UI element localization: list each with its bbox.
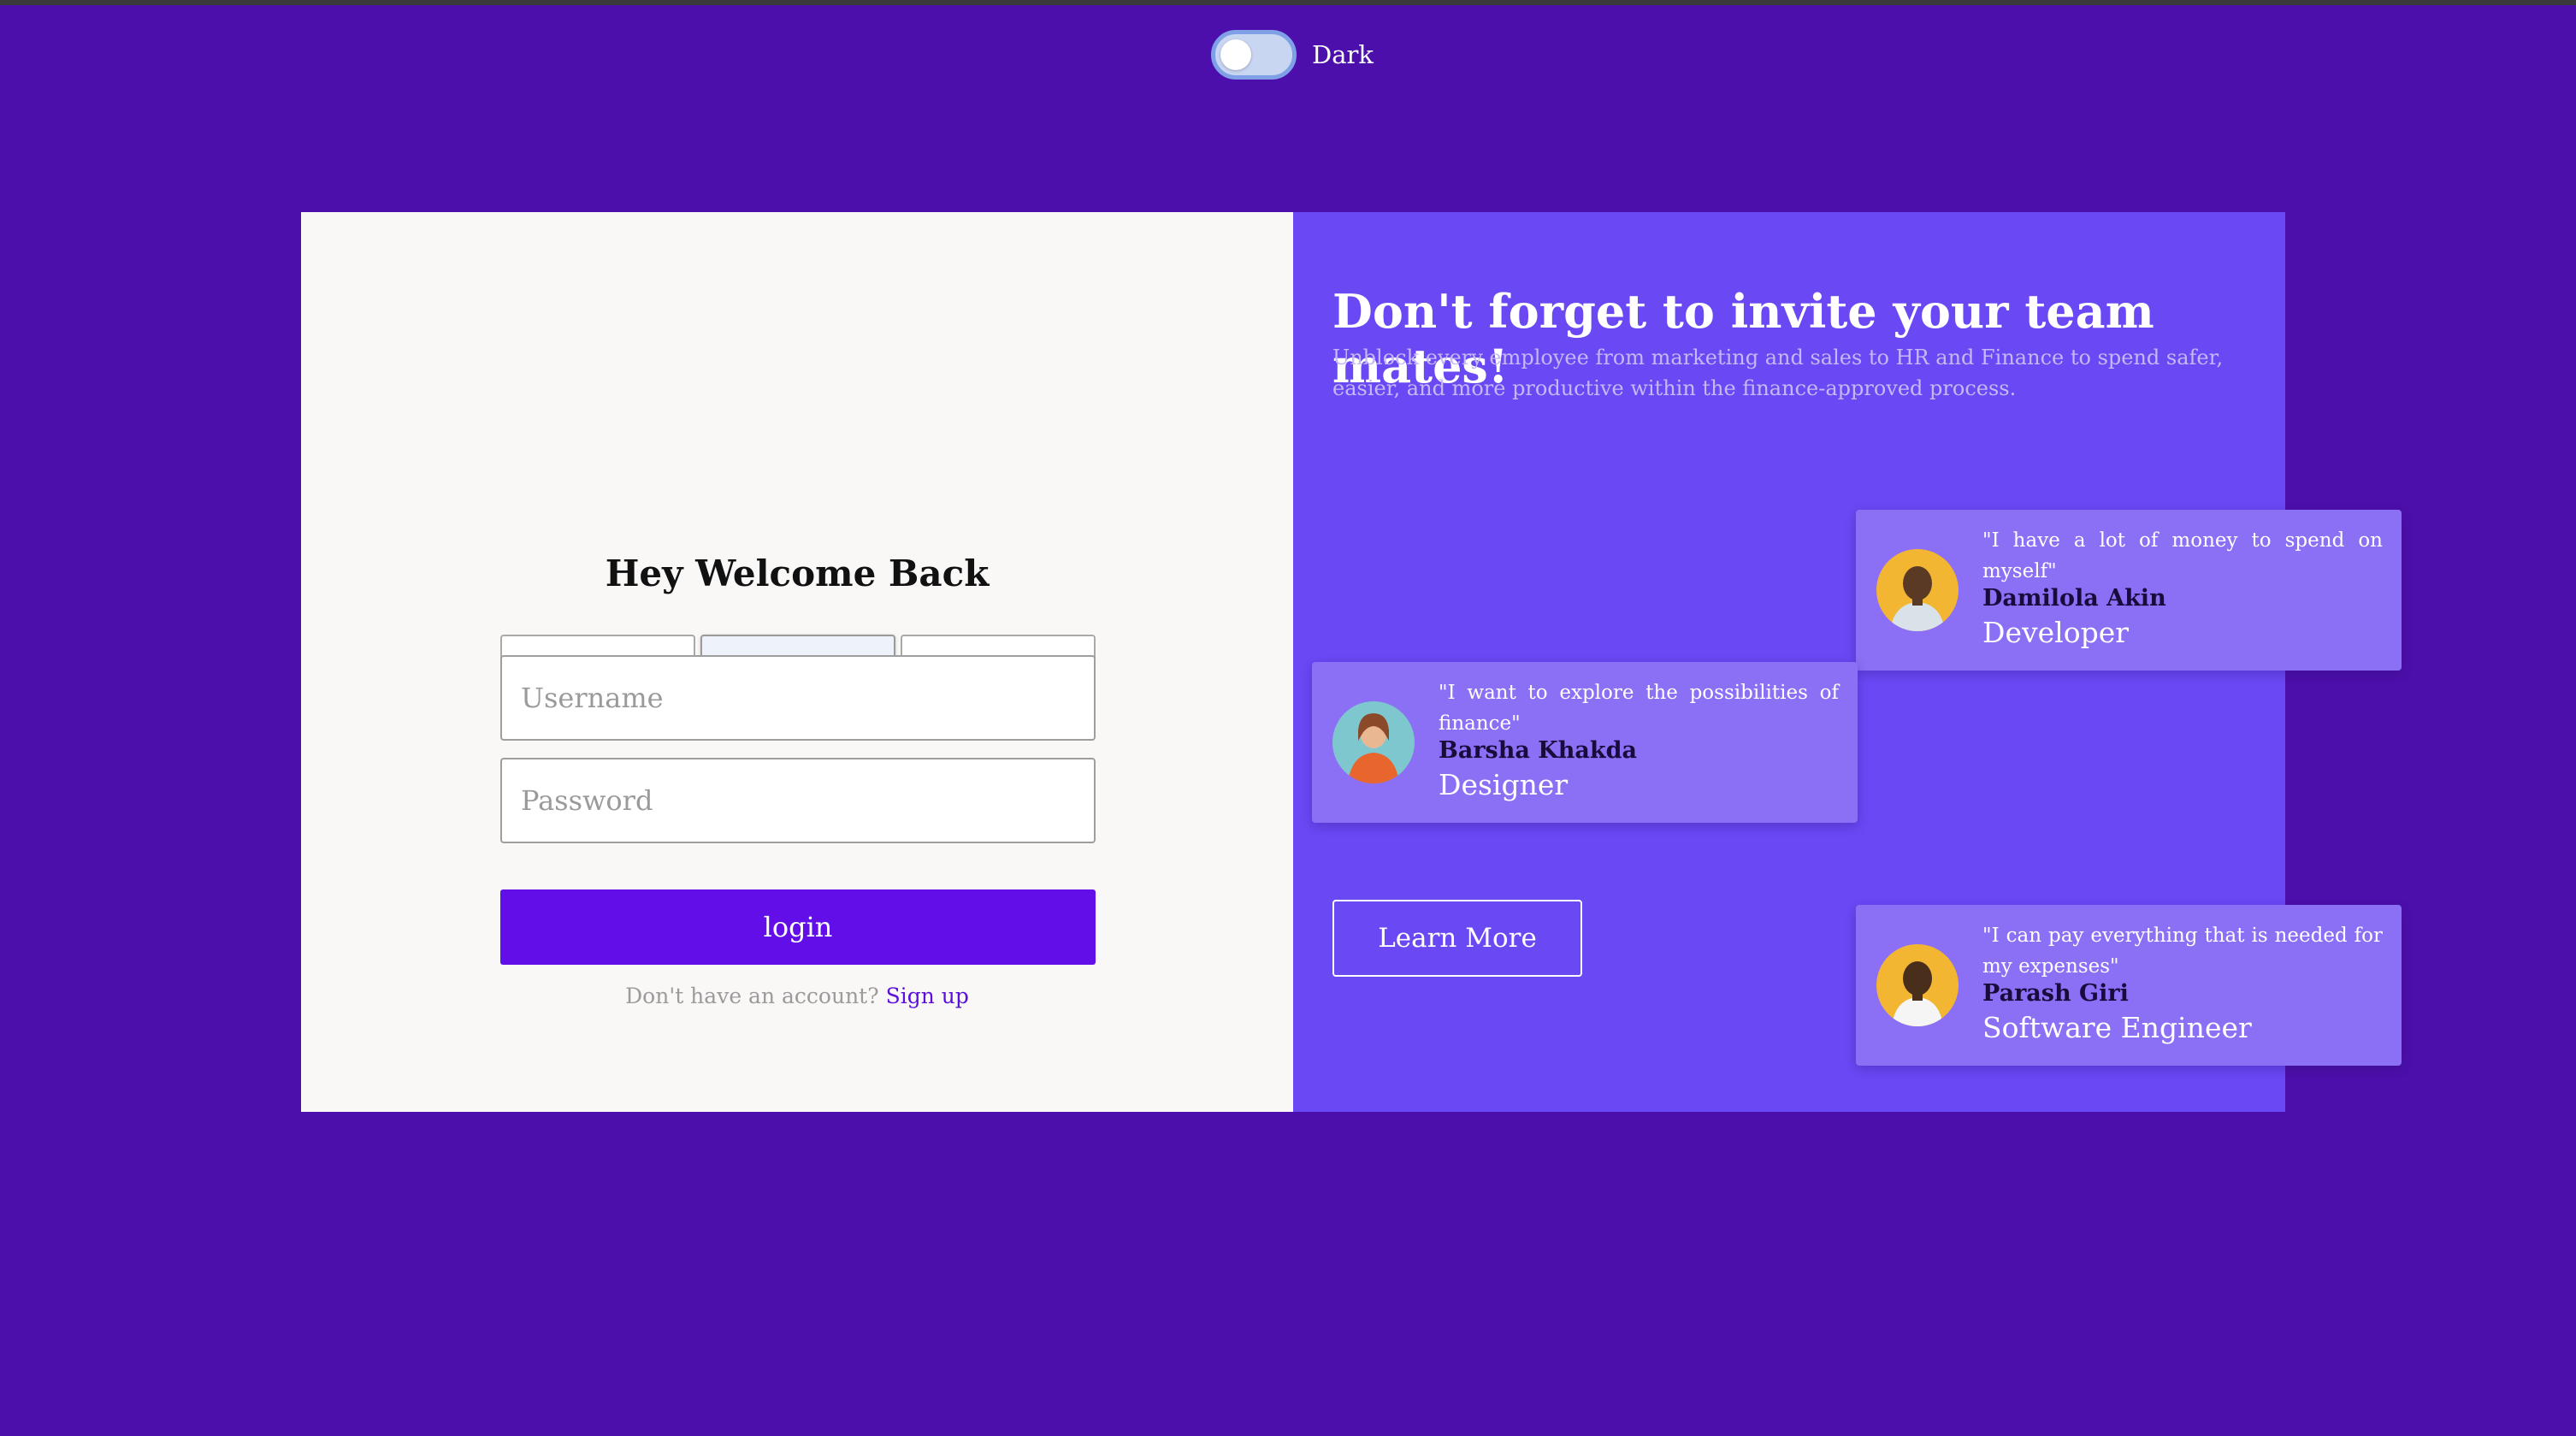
theme-toggle-group: Dark: [1211, 27, 1374, 82]
avatar: [1876, 549, 1959, 631]
testimonial-card: "I have a lot of money to spend on mysel…: [1856, 510, 2402, 671]
testimonial-role: Software Engineer: [1982, 1011, 2252, 1044]
testimonial-card: "I can pay everything that is needed for…: [1856, 905, 2402, 1066]
promo-panel: Don't forget to invite your team mates! …: [1293, 212, 2402, 1112]
signup-link[interactable]: Sign up: [886, 984, 969, 1008]
login-button[interactable]: login: [500, 889, 1096, 965]
auth-card: Hey Welcome Back google: [301, 212, 2402, 1112]
window-top-border: [0, 0, 2576, 5]
testimonial-name: Barsha Khakda: [1439, 737, 1637, 764]
testimonial-quote: "I want to explore the possibilities of …: [1439, 682, 1839, 735]
avatar: [1876, 944, 1959, 1026]
testimonial-role: Developer: [1982, 616, 2130, 649]
testimonial-card: "I want to explore the possibilities of …: [1312, 662, 1858, 823]
testimonial-name: Damilola Akin: [1982, 585, 2166, 612]
password-input[interactable]: [500, 758, 1096, 843]
promo-subtitle: Unblock every employee from marketing an…: [1332, 346, 2224, 400]
dark-mode-toggle[interactable]: [1211, 30, 1297, 80]
avatar: [1332, 701, 1415, 783]
login-heading: Hey Welcome Back: [605, 553, 990, 594]
learn-more-button[interactable]: Learn More: [1332, 900, 1582, 977]
signup-prompt-text: Don't have an account?: [625, 984, 879, 1008]
dark-mode-label: Dark: [1312, 40, 1374, 69]
testimonial-quote: "I have a lot of money to spend on mysel…: [1982, 529, 2383, 582]
signup-prompt-row: Don't have an account? Sign up: [301, 984, 1293, 1008]
login-panel: Hey Welcome Back google: [301, 212, 1293, 1112]
testimonial-quote: "I can pay everything that is needed for…: [1982, 925, 2383, 978]
testimonial-name: Parash Giri: [1982, 980, 2129, 1007]
toggle-knob: [1220, 39, 1251, 70]
testimonial-role: Designer: [1439, 768, 1569, 801]
username-input[interactable]: [500, 655, 1096, 741]
